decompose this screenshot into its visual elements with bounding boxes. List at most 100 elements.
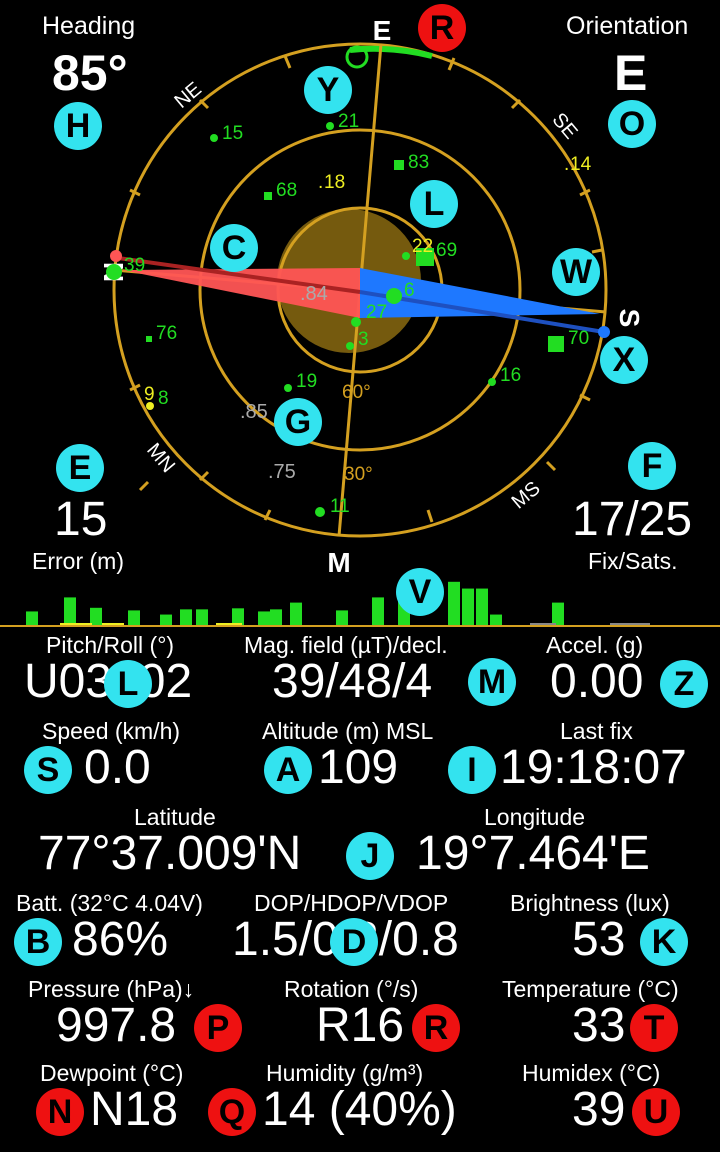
latitude-value: 77°37.009'N <box>38 827 302 880</box>
badge-x[interactable]: X <box>600 336 648 384</box>
signal-bars <box>26 581 564 626</box>
signal-bar <box>270 609 282 626</box>
elevation-label-30: 30° <box>344 464 373 485</box>
satellite-label: 19 <box>296 371 317 392</box>
satellite-label: 68 <box>276 180 297 201</box>
satellite-label: 39 <box>124 255 145 276</box>
last-fix-value: 19:18:07 <box>500 741 687 794</box>
badge-e[interactable]: E <box>56 444 104 492</box>
satellite-label: 70 <box>568 328 589 349</box>
altitude-value: 109 <box>318 741 399 794</box>
elevation-label-60: 60° <box>342 382 371 403</box>
signal-bar <box>336 610 348 626</box>
dir-label-nw: MN <box>142 439 179 477</box>
speed-value: 0.0 <box>84 741 151 794</box>
signal-bar <box>552 602 564 626</box>
accel-value: 0.00 <box>550 655 644 708</box>
satellite-marker <box>346 342 354 350</box>
satellite-label: 69 <box>436 240 457 261</box>
satellite-marker <box>326 122 334 130</box>
badge-b[interactable]: B <box>14 918 62 966</box>
satellite-label: 15 <box>222 123 243 144</box>
badge-s[interactable]: S <box>24 746 72 794</box>
satellite-marker <box>394 160 404 170</box>
badge-z[interactable]: Z <box>660 660 708 708</box>
error-value: 15 <box>54 493 108 546</box>
dir-label-ne: NE <box>170 78 205 113</box>
badge-k[interactable]: K <box>640 918 688 966</box>
satellite-label: 83 <box>408 152 429 173</box>
satellite-marker <box>488 378 496 386</box>
satellite-marker <box>386 288 402 304</box>
satellite-marker <box>548 336 564 352</box>
badge-o[interactable]: O <box>608 100 656 148</box>
signal-bar <box>462 588 474 626</box>
satellite-label: 11 <box>330 496 350 517</box>
fix-value: 17/25 <box>572 493 693 546</box>
satellite-label: 22 <box>412 236 433 257</box>
badge-v[interactable]: V <box>396 568 444 616</box>
satellite-label: 9 <box>144 384 155 405</box>
badge-r-top[interactable]: R <box>418 4 466 52</box>
satellite-label: . <box>318 172 323 193</box>
signal-bar <box>258 611 270 626</box>
signal-strength-chart <box>0 581 720 627</box>
signal-bar <box>490 614 502 626</box>
satellite-label: 16 <box>500 365 521 386</box>
badge-w[interactable]: W <box>552 248 600 296</box>
south-needle-tip <box>598 326 610 338</box>
mag-field-value: 39/48/4 <box>272 655 433 708</box>
satellite-label: 8 <box>158 388 169 409</box>
badge-g[interactable]: G <box>274 398 322 446</box>
satellite-marker <box>315 507 325 517</box>
signal-bar <box>196 609 208 626</box>
badge-n[interactable]: N <box>36 1088 84 1136</box>
satellite-marker <box>210 134 218 142</box>
badge-a[interactable]: A <box>264 746 312 794</box>
satellite-marker <box>264 192 272 200</box>
dewpoint-value: N18 <box>90 1083 179 1136</box>
badge-l[interactable]: L <box>104 660 152 708</box>
dir-label-e: E <box>373 15 392 46</box>
satellite-label: 76 <box>156 323 177 344</box>
pressure-value: 997.8 <box>56 999 177 1052</box>
satellite-label: 21 <box>338 111 359 132</box>
rotation-value: R16 <box>316 999 405 1052</box>
badge-r[interactable]: R <box>412 1004 460 1052</box>
satellite-label: 27 <box>366 302 387 323</box>
satellite-label: 6 <box>404 280 415 301</box>
badge-t[interactable]: T <box>630 1004 678 1052</box>
badge-j[interactable]: J <box>346 832 394 880</box>
signal-bar <box>64 597 76 626</box>
signal-bar <box>372 597 384 626</box>
badge-h[interactable]: H <box>54 102 102 150</box>
badge-y[interactable]: Y <box>304 66 352 114</box>
satellite-marker <box>106 264 122 280</box>
signal-bar <box>290 602 302 626</box>
satellite-label: 18 <box>324 172 345 193</box>
badge-d[interactable]: D <box>330 918 378 966</box>
signal-bar <box>160 614 172 626</box>
quality-label-84: .84 <box>300 283 328 305</box>
signal-bar <box>448 581 460 626</box>
badge-f[interactable]: F <box>628 442 676 490</box>
battery-value: 86% <box>72 913 169 966</box>
badge-q[interactable]: Q <box>208 1088 256 1136</box>
satellite-label: 14 <box>570 154 592 175</box>
longitude-value: 19°7.464'E <box>416 827 650 880</box>
satellite-marker <box>284 384 292 392</box>
satellite-label: . <box>564 154 569 175</box>
quality-label-75: .75 <box>268 461 296 483</box>
badge-m[interactable]: M <box>468 658 516 706</box>
badge-c[interactable]: C <box>210 224 258 272</box>
badge-u[interactable]: U <box>632 1088 680 1136</box>
humidex-value: 39 <box>572 1083 626 1136</box>
signal-bar <box>476 588 488 626</box>
badge-l-top[interactable]: L <box>410 180 458 228</box>
badge-i[interactable]: I <box>448 746 496 794</box>
signal-bar <box>26 611 38 626</box>
satellite-marker <box>402 252 410 260</box>
signal-bar <box>128 610 140 626</box>
badge-p[interactable]: P <box>194 1004 242 1052</box>
quality-label-85: .85 <box>240 401 268 423</box>
